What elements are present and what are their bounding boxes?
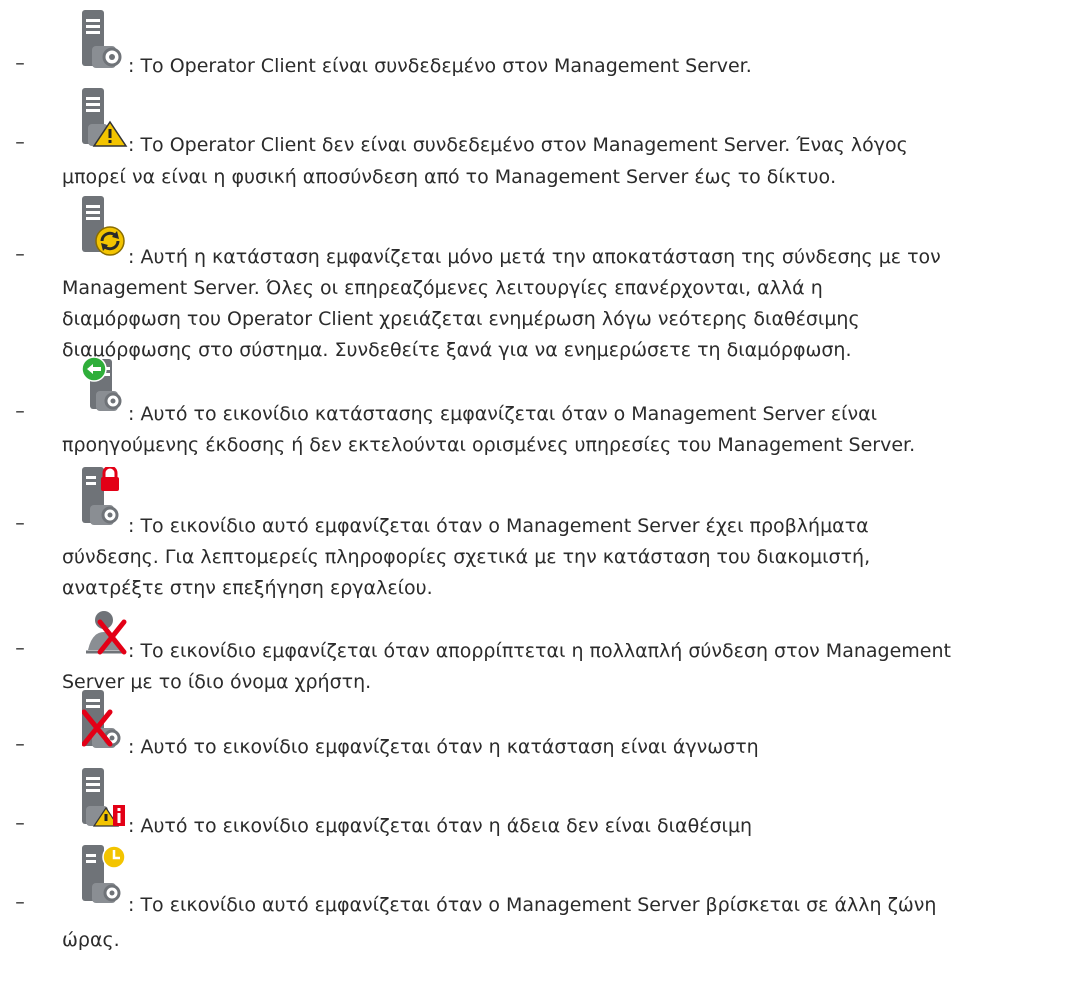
server-license-icon	[82, 768, 128, 827]
user-rejected-icon	[82, 610, 128, 668]
item-text-line: : Το εικονίδιο αυτό εμφανίζεται όταν ο M…	[128, 515, 869, 537]
item-text-line: διαμόρφωση του Operator Client χρειάζετα…	[62, 308, 860, 330]
item-text-line: : Αυτό το εικονίδιο εμφανίζεται όταν η ά…	[128, 815, 753, 837]
bullet: –	[15, 733, 25, 755]
server-warning-icon	[82, 88, 128, 147]
item-text-line: Management Server. Όλες οι επηρεαζόμενες…	[62, 277, 823, 299]
item-text-line: : Το εικονίδιο εμφανίζεται όταν απορρίπτ…	[128, 640, 951, 662]
item-text-line: : Αυτό το εικονίδιο εμφανίζεται όταν η κ…	[128, 736, 759, 758]
bullet: –	[15, 400, 25, 422]
server-older-version-icon	[82, 355, 128, 413]
bullet: –	[15, 243, 25, 265]
item-text-line: διαμόρφωσης στο σύστημα. Συνδεθείτε ξανά…	[62, 339, 852, 361]
item-text-line: : Αυτή η κατάσταση εμφανίζεται μόνο μετά…	[128, 246, 941, 268]
server-unknown-icon	[82, 690, 128, 748]
server-timezone-icon	[82, 845, 128, 903]
bullet: –	[15, 512, 25, 534]
server-refresh-icon	[82, 196, 128, 256]
server-lock-icon	[82, 467, 128, 525]
item-text-line: : Αυτό το εικονίδιο κατάστασης εμφανίζετ…	[128, 403, 878, 425]
bullet: –	[15, 637, 25, 659]
bullet: –	[15, 52, 25, 74]
item-text-line: μπορεί να είναι η φυσική αποσύνδεση από …	[62, 166, 837, 188]
bullet: –	[15, 812, 25, 834]
bullet: –	[15, 131, 25, 153]
server-connected-icon	[82, 10, 128, 68]
item-text-line: : Το Operator Client δεν είναι συνδεδεμέ…	[128, 134, 908, 156]
item-text-line: ώρας.	[62, 929, 120, 951]
item-text-line: : Το Operator Client είναι συνδεδεμένο σ…	[128, 55, 752, 77]
bullet: –	[15, 891, 25, 913]
item-text-line: ανατρέξτε στην επεξήγηση εργαλείου.	[62, 577, 433, 599]
item-text-line: σύνδεσης. Για λεπτομερείς πληροφορίες σχ…	[62, 546, 871, 568]
item-text-line: προηγούμενης έκδοσης ή δεν εκτελούνται ο…	[62, 434, 916, 456]
item-text-line: : Το εικονίδιο αυτό εμφανίζεται όταν ο M…	[128, 894, 937, 916]
